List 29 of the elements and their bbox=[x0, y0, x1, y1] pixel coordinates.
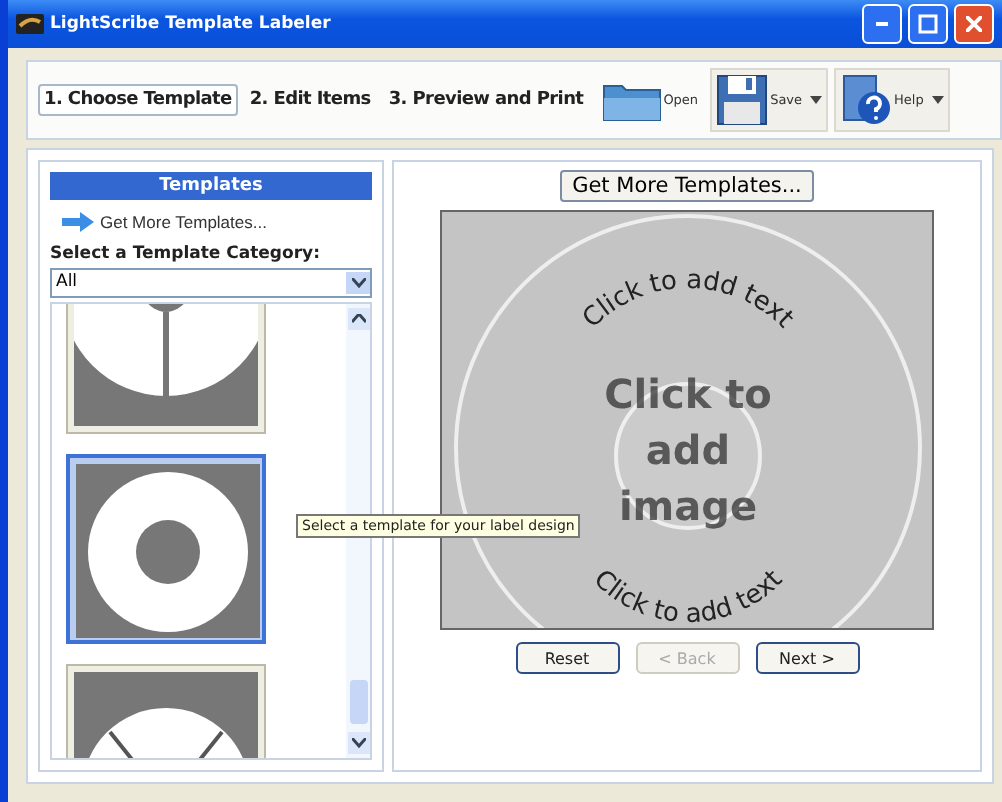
chevron-down-icon bbox=[351, 277, 365, 288]
category-label: Select a Template Category: bbox=[50, 244, 322, 264]
app-icon bbox=[16, 14, 44, 34]
nav-button[interactable]: Reset bbox=[515, 642, 619, 674]
step-tab[interactable]: 1. Choose Template bbox=[38, 84, 238, 116]
panel-heading: Templates bbox=[50, 172, 372, 200]
minimize-icon bbox=[876, 22, 888, 26]
get-more-templates-button[interactable]: Get More Templates... bbox=[560, 170, 814, 202]
caret-icon bbox=[931, 96, 944, 104]
minimize-button[interactable] bbox=[862, 4, 902, 44]
get-more-templates-link[interactable]: Get More Templates... bbox=[62, 212, 372, 232]
image-placeholder-text[interactable]: Click to add image bbox=[604, 370, 772, 530]
close-icon bbox=[966, 16, 982, 32]
arrow-icon bbox=[62, 212, 94, 232]
category-dropdown[interactable]: All bbox=[50, 268, 372, 298]
step-tab[interactable]: 3. Preview and Print bbox=[382, 84, 590, 116]
chevron-up-icon bbox=[351, 313, 365, 324]
curved-text[interactable]: Click to add text bbox=[587, 564, 789, 630]
maximize-button[interactable] bbox=[908, 4, 948, 44]
chevron-down-icon bbox=[351, 738, 365, 748]
close-button[interactable] bbox=[954, 4, 994, 44]
nav-button[interactable]: Next > bbox=[755, 642, 859, 674]
step-tab[interactable]: 2. Edit Items bbox=[243, 84, 377, 116]
scrollbar-thumb[interactable] bbox=[349, 680, 367, 724]
caret-icon bbox=[810, 96, 823, 104]
help-book-icon bbox=[840, 74, 893, 126]
maximize-icon bbox=[918, 14, 938, 34]
template-thumbnail[interactable] bbox=[66, 453, 266, 644]
window-title: LightScribe Template Labeler bbox=[50, 14, 333, 34]
